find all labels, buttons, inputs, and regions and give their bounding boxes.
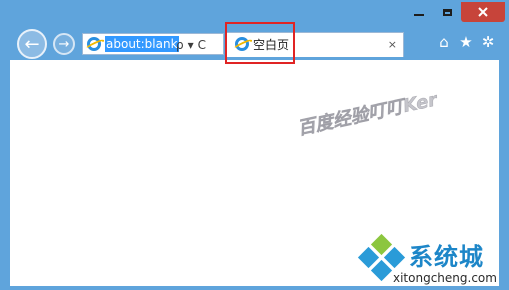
minimize-icon	[414, 14, 424, 16]
minimize-button[interactable]	[405, 2, 433, 22]
tab-close-icon[interactable]: ×	[388, 37, 397, 53]
address-actions: ρ ▾ C	[176, 37, 206, 53]
maximize-button[interactable]	[433, 2, 461, 22]
close-icon	[478, 7, 488, 17]
back-button[interactable]: ←	[17, 29, 47, 59]
brand-name: 系统城	[409, 243, 484, 271]
home-icon[interactable]: ⌂	[436, 33, 452, 51]
brand-logo: 系统城 xitongcheng.com	[357, 233, 507, 287]
maximize-icon	[442, 8, 452, 16]
refresh-icon[interactable]: C	[198, 37, 206, 53]
watermark-text: 百度经验叮叮Ker	[295, 89, 440, 140]
back-arrow-icon: ←	[24, 33, 40, 55]
search-icon[interactable]: ρ	[176, 37, 184, 53]
brand-url: xitongcheng.com	[393, 271, 497, 285]
favorites-icon[interactable]: ★	[458, 33, 474, 51]
browser-window: ← → about:blank ρ ▾ C 空白页 × ⌂ ★ ✲ 百度经验叮叮…	[0, 0, 509, 290]
forward-arrow-icon: →	[58, 36, 70, 52]
close-button[interactable]	[461, 2, 505, 22]
ie-icon	[87, 37, 101, 51]
forward-button[interactable]: →	[53, 33, 75, 55]
address-url[interactable]: about:blank	[105, 36, 179, 52]
dropdown-icon[interactable]: ▾	[188, 37, 194, 53]
highlight-box	[225, 22, 295, 64]
tool-icons: ⌂ ★ ✲	[436, 33, 496, 51]
settings-icon[interactable]: ✲	[480, 33, 496, 51]
